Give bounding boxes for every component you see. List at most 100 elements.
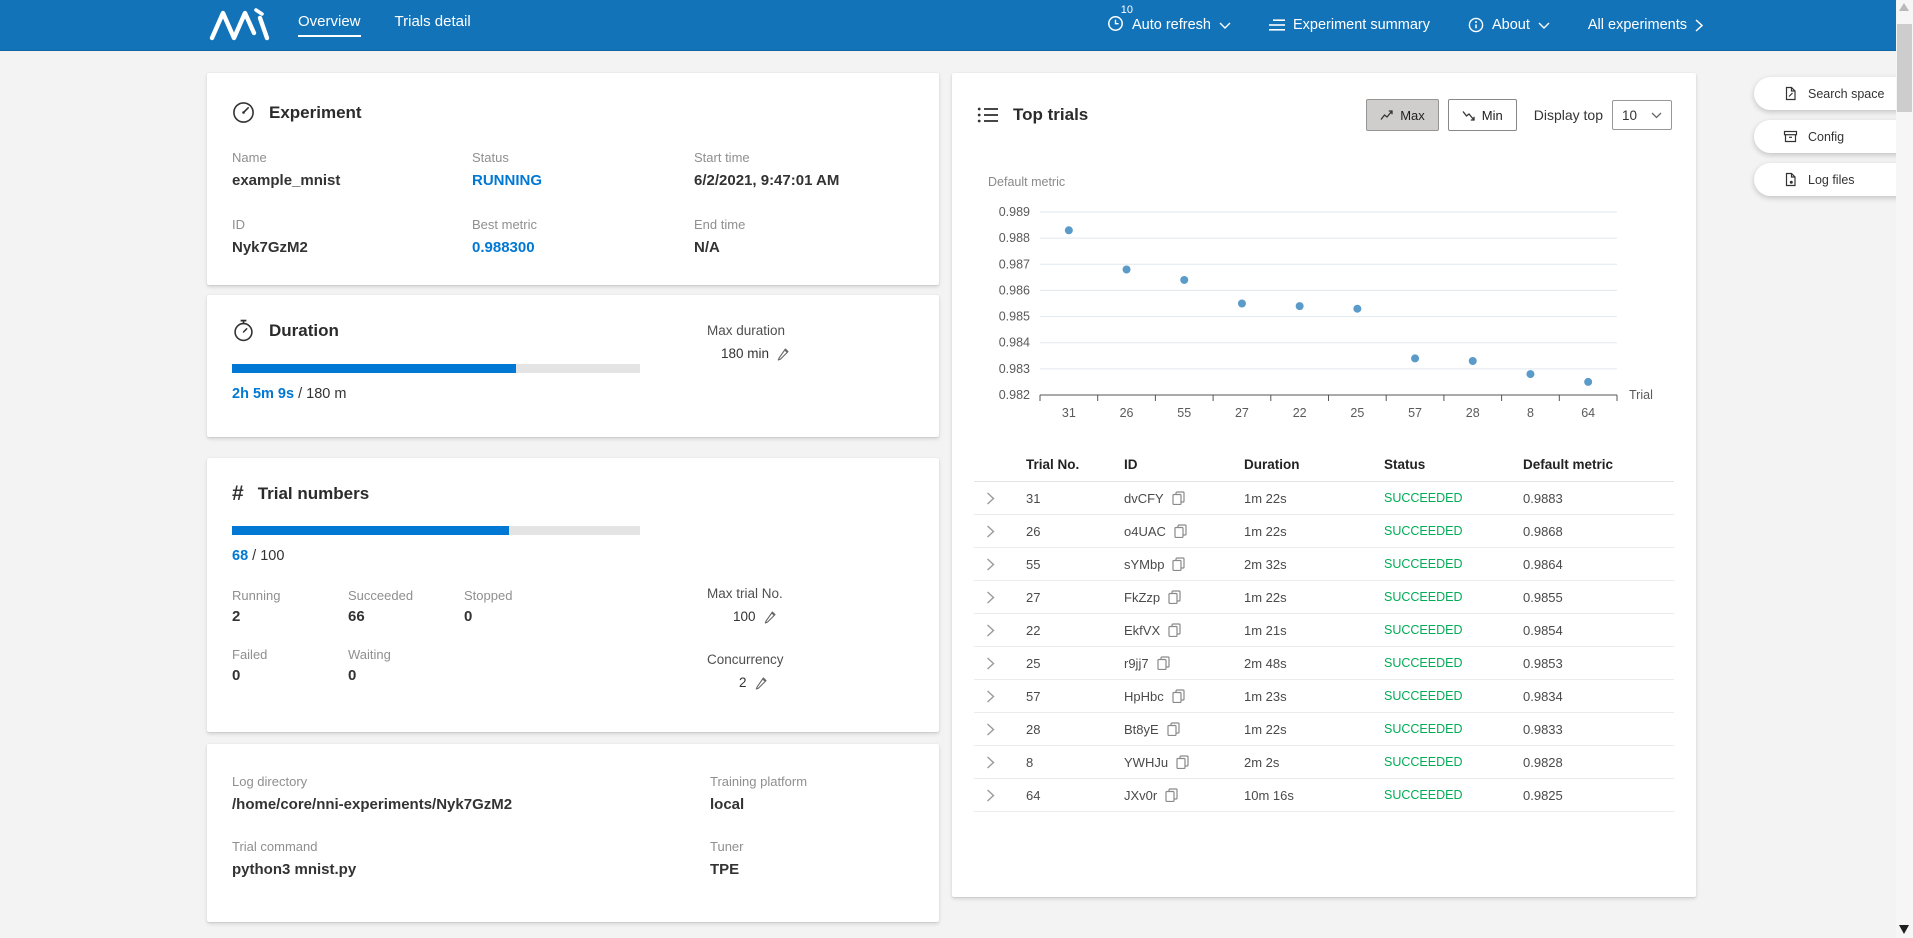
copy-icon[interactable]: [1176, 755, 1189, 769]
scrollbar-down-arrow-icon[interactable]: [1899, 925, 1909, 934]
row-expand-chevron[interactable]: [974, 723, 1006, 736]
copy-icon[interactable]: [1157, 656, 1170, 670]
experiment-summary-button[interactable]: Experiment summary: [1269, 17, 1430, 33]
search-space-button[interactable]: Search space: [1754, 77, 1913, 110]
row-expand-chevron[interactable]: [974, 756, 1006, 769]
row-expand-chevron[interactable]: [974, 591, 1006, 604]
metric-scatter-point[interactable]: [1180, 276, 1188, 284]
metric-scatter-point[interactable]: [1123, 266, 1131, 274]
tab-trials-detail[interactable]: Trials detail: [395, 13, 471, 37]
trial-numbers-card-title: # Trial numbers: [232, 483, 914, 504]
metric-scatter-point[interactable]: [1584, 378, 1592, 386]
row-expand-chevron[interactable]: [974, 690, 1006, 703]
edit-pencil-icon[interactable]: [763, 610, 777, 624]
row-expand-chevron[interactable]: [974, 624, 1006, 637]
copy-icon[interactable]: [1174, 524, 1187, 538]
table-row[interactable]: 26o4UAC1m 22sSUCCEEDED0.9868: [974, 515, 1674, 548]
stat-running: Running 2: [232, 588, 348, 625]
scrollbar-thumb[interactable]: [1897, 24, 1912, 112]
field-training-platform: Training platform local: [710, 774, 914, 813]
table-row[interactable]: 31dvCFY1m 22sSUCCEEDED0.9883: [974, 482, 1674, 515]
table-row[interactable]: 27FkZzp1m 22sSUCCEEDED0.9855: [974, 581, 1674, 614]
copy-icon[interactable]: [1168, 623, 1181, 637]
table-row[interactable]: 64JXv0r10m 16sSUCCEEDED0.9825: [974, 779, 1674, 812]
stat-failed: Failed 0: [232, 647, 348, 684]
header-trial-no: Trial No.: [1006, 457, 1104, 472]
copy-icon[interactable]: [1172, 491, 1185, 505]
field-tuner: Tuner TPE: [710, 839, 914, 878]
row-expand-chevron[interactable]: [974, 525, 1006, 538]
row-expand-chevron[interactable]: [974, 789, 1006, 802]
trial-no-cell: 28: [1006, 722, 1104, 737]
trial-no-cell: 27: [1006, 590, 1104, 605]
display-top-select[interactable]: 10: [1612, 100, 1672, 130]
gauge-icon: [232, 101, 255, 124]
nav-tabs: Overview Trials detail: [298, 13, 471, 37]
about-menu[interactable]: About: [1468, 17, 1550, 33]
stat-succeeded: Succeeded 66: [348, 588, 464, 625]
y-axis-tick-label: 0.986: [999, 283, 1030, 297]
stat-stopped: Stopped 0: [464, 588, 594, 625]
trial-no-cell: 22: [1006, 623, 1104, 638]
metric-scatter-point[interactable]: [1353, 305, 1361, 313]
auto-refresh-interval-badge: 10: [1121, 4, 1133, 16]
log-files-button[interactable]: Log files: [1754, 163, 1913, 196]
min-button[interactable]: Min: [1448, 99, 1517, 131]
metric-scatter-point[interactable]: [1238, 300, 1246, 308]
edit-pencil-icon[interactable]: [776, 347, 790, 361]
metric-scatter-point[interactable]: [1296, 302, 1304, 310]
trial-duration-cell: 1m 22s: [1224, 524, 1364, 539]
chart-title: Default metric: [988, 175, 1065, 189]
edit-pencil-icon[interactable]: [754, 676, 768, 690]
y-axis-tick-label: 0.982: [999, 388, 1030, 402]
trial-no-cell: 55: [1006, 557, 1104, 572]
trial-duration-cell: 1m 23s: [1224, 689, 1364, 704]
row-expand-chevron[interactable]: [974, 558, 1006, 571]
copy-icon[interactable]: [1172, 689, 1185, 703]
copy-icon[interactable]: [1172, 557, 1185, 571]
chevron-right-icon: [1695, 19, 1703, 32]
copy-icon[interactable]: [1168, 590, 1181, 604]
trial-status-cell: SUCCEEDED: [1364, 755, 1503, 769]
x-axis-tick-label: 22: [1293, 406, 1307, 420]
bulleted-list-icon: [977, 106, 999, 124]
field-name: Name example_mnist: [232, 150, 472, 189]
trial-no-cell: 64: [1006, 788, 1104, 803]
scrollbar-up-arrow-icon[interactable]: [1899, 3, 1909, 11]
experiment-fields: Name example_mnist Status RUNNING Start …: [232, 150, 914, 256]
table-row[interactable]: 55sYMbp2m 32sSUCCEEDED0.9864: [974, 548, 1674, 581]
table-row[interactable]: 28Bt8yE1m 22sSUCCEEDED0.9833: [974, 713, 1674, 746]
stopwatch-icon: [232, 319, 255, 342]
search-space-icon: [1783, 86, 1798, 101]
config-icon: [1783, 129, 1798, 144]
nni-overview-page: Overview Trials detail 10 Auto refresh: [0, 0, 1913, 938]
trial-id-cell: sYMbp: [1104, 557, 1224, 572]
tab-overview[interactable]: Overview: [298, 13, 361, 37]
auto-refresh-control[interactable]: 10 Auto refresh: [1107, 15, 1231, 36]
metric-scatter-point[interactable]: [1065, 226, 1073, 234]
copy-icon[interactable]: [1167, 722, 1180, 736]
table-row[interactable]: 22EkfVX1m 21sSUCCEEDED0.9854: [974, 614, 1674, 647]
config-button[interactable]: Config: [1754, 120, 1913, 153]
row-expand-chevron[interactable]: [974, 657, 1006, 670]
table-row[interactable]: 25r9jj72m 48sSUCCEEDED0.9853: [974, 647, 1674, 680]
row-expand-chevron[interactable]: [974, 492, 1006, 505]
chevron-down-icon: [1651, 112, 1662, 119]
table-row[interactable]: 57HpHbc1m 23sSUCCEEDED0.9834: [974, 680, 1674, 713]
chevron-down-icon: [1538, 22, 1550, 29]
nni-logo[interactable]: [208, 6, 272, 44]
metric-scatter-point[interactable]: [1411, 354, 1419, 362]
copy-icon[interactable]: [1165, 788, 1178, 802]
trial-id-cell: dvCFY: [1104, 491, 1224, 506]
metric-scatter-point[interactable]: [1526, 370, 1534, 378]
x-axis-tick-label: 27: [1235, 406, 1249, 420]
trial-metric-cell: 0.9855: [1503, 590, 1674, 605]
list-icon: [1269, 18, 1285, 32]
status-badge: RUNNING: [472, 172, 694, 189]
page-scrollbar[interactable]: [1896, 0, 1913, 938]
all-experiments-link[interactable]: All experiments: [1588, 17, 1703, 33]
trial-id-cell: o4UAC: [1104, 524, 1224, 539]
max-button[interactable]: Max: [1366, 99, 1439, 131]
table-row[interactable]: 8YWHJu2m 2sSUCCEEDED0.9828: [974, 746, 1674, 779]
metric-scatter-point[interactable]: [1469, 357, 1477, 365]
